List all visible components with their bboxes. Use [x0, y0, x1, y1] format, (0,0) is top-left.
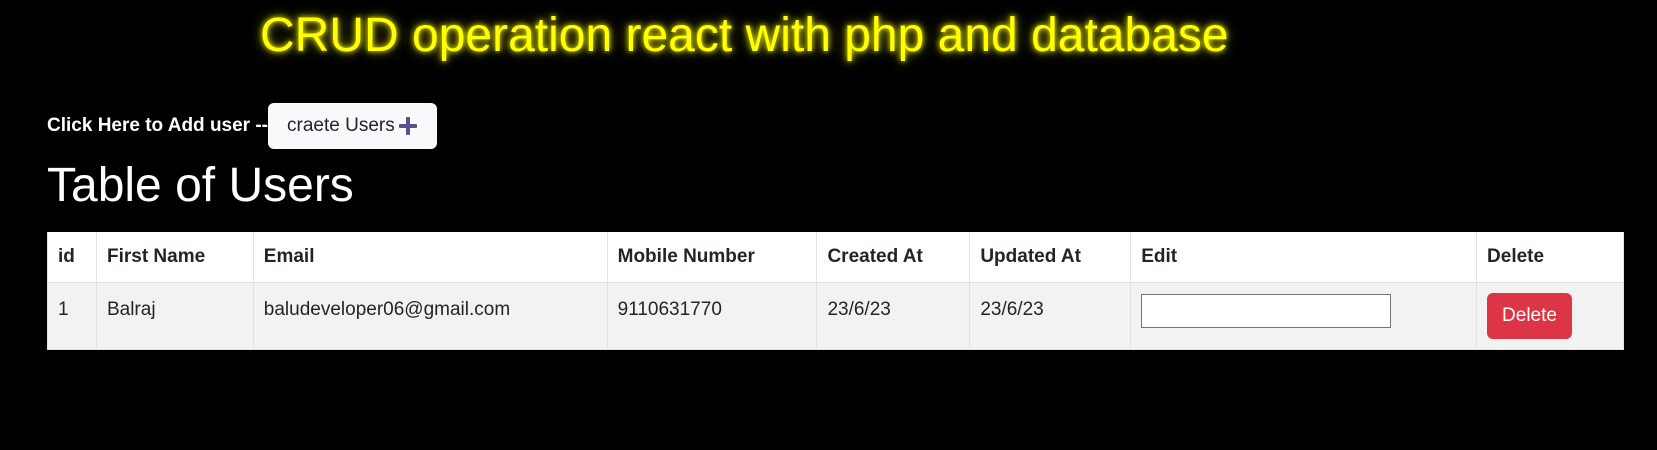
table-title: Table of Users: [47, 159, 354, 212]
delete-button[interactable]: Delete: [1487, 293, 1572, 339]
table-header-row: id First Name Email Mobile Number Create…: [47, 232, 1624, 283]
edit-input[interactable]: [1141, 294, 1392, 328]
cell-mobile-number: 9110631770: [606, 282, 818, 350]
column-header-id: id: [47, 232, 97, 283]
column-header-updated-at: Updated At: [969, 232, 1132, 283]
cell-created-at: 23/6/23: [816, 282, 971, 350]
cell-updated-at: 23/6/23: [969, 282, 1132, 350]
banner-title: CRUD operation react with php and databa…: [260, 9, 1229, 62]
column-header-first-name: First Name: [95, 232, 254, 283]
plus-icon: [398, 117, 417, 135]
column-header-edit: Edit: [1130, 232, 1478, 283]
users-table-wrap: id First Name Email Mobile Number Create…: [47, 232, 1624, 350]
page: CRUD operation react with php and databa…: [0, 0, 1657, 450]
create-users-button[interactable]: craete Users: [268, 103, 437, 149]
cell-delete: Delete: [1476, 282, 1624, 350]
column-header-mobile-number: Mobile Number: [606, 232, 818, 283]
users-table: id First Name Email Mobile Number Create…: [47, 232, 1624, 350]
column-header-created-at: Created At: [816, 232, 971, 283]
add-user-row: Click Here to Add user -- craete Users: [47, 103, 437, 149]
cell-edit: [1130, 282, 1478, 350]
add-user-label: Click Here to Add user --: [47, 115, 269, 136]
cell-first-name: Balraj: [95, 282, 254, 350]
create-users-button-label: craete Users: [287, 115, 395, 136]
table-row: 1 Balraj baludeveloper06@gmail.com 91106…: [47, 282, 1624, 350]
column-header-delete: Delete: [1476, 232, 1624, 283]
cell-id: 1: [47, 282, 97, 350]
cell-email: baludeveloper06@gmail.com: [252, 282, 608, 350]
column-header-email: Email: [252, 232, 608, 283]
